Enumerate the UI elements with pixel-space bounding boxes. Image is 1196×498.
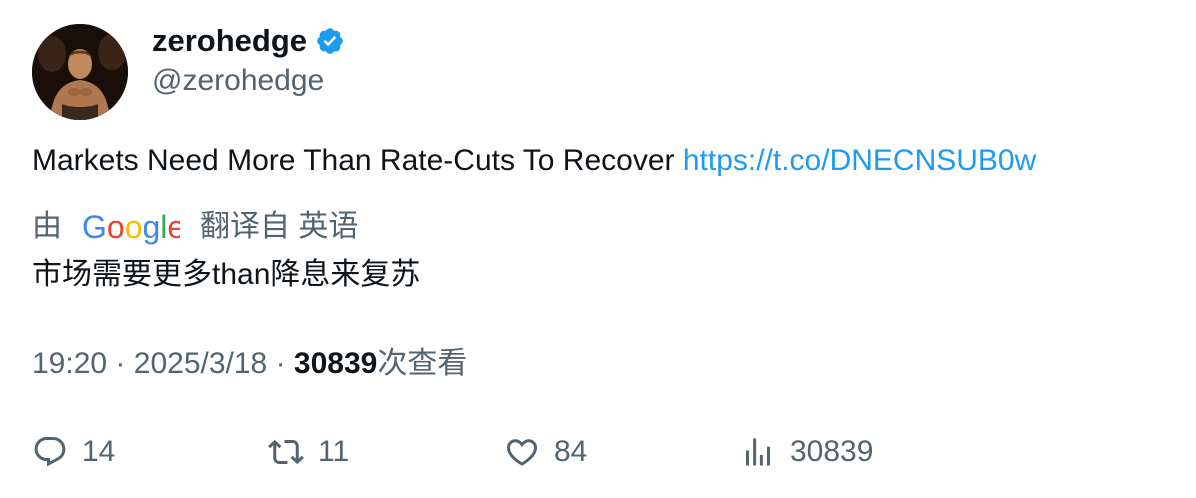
repost-count: 11 (318, 435, 350, 468)
views-icon (746, 438, 770, 466)
tweet-link[interactable]: https://t.co/DNECNSUB0w (683, 144, 1036, 177)
tweet-meta: 19:20 · 2025/3/18 · 30839次查看 (32, 345, 467, 383)
reply-button[interactable]: 14 (32, 430, 115, 474)
tweet-text: Markets Need More Than Rate-Cuts To Reco… (32, 142, 1036, 180)
display-name[interactable]: zerohedge (152, 22, 345, 60)
translation-attribution: 由 Google 翻译自 英语 (32, 208, 358, 246)
like-button[interactable]: 84 (504, 430, 587, 474)
like-icon (506, 439, 538, 466)
translation-suffix: 翻译自 英语 (200, 210, 359, 243)
reply-count: 14 (82, 435, 116, 468)
display-name-text: zerohedge (152, 23, 308, 58)
meta-separator: · (275, 347, 286, 380)
views-button[interactable]: 30839 (740, 430, 873, 474)
handle[interactable]: @zerohedge (152, 63, 324, 99)
tweet-time[interactable]: 19:20 (32, 347, 107, 380)
like-count: 84 (554, 435, 588, 468)
repost-icon (268, 439, 304, 465)
views-count: 30839 (293, 347, 378, 380)
avatar-image (32, 24, 128, 120)
avatar[interactable] (32, 24, 128, 120)
translated-text: 市场需要更多than降息来复苏 (32, 258, 421, 291)
google-logo-wordmark: Google (82, 209, 185, 245)
tweet-body: Markets Need More Than Rate-Cuts To Reco… (32, 144, 675, 177)
action-bar: 14 11 84 30839 (0, 430, 1196, 474)
tweet-date[interactable]: 2025/3/18 (134, 347, 267, 380)
repost-button[interactable]: 11 (268, 430, 349, 474)
reply-icon (34, 437, 66, 467)
translation-prefix: 由 (32, 210, 62, 243)
google-logo[interactable]: Google (82, 208, 185, 246)
views-label: 次查看 (377, 347, 468, 380)
svg-text:Google: Google (82, 209, 180, 245)
verified-badge-icon (315, 26, 345, 56)
meta-separator: · (115, 347, 126, 380)
views-action-count: 30839 (790, 435, 874, 468)
